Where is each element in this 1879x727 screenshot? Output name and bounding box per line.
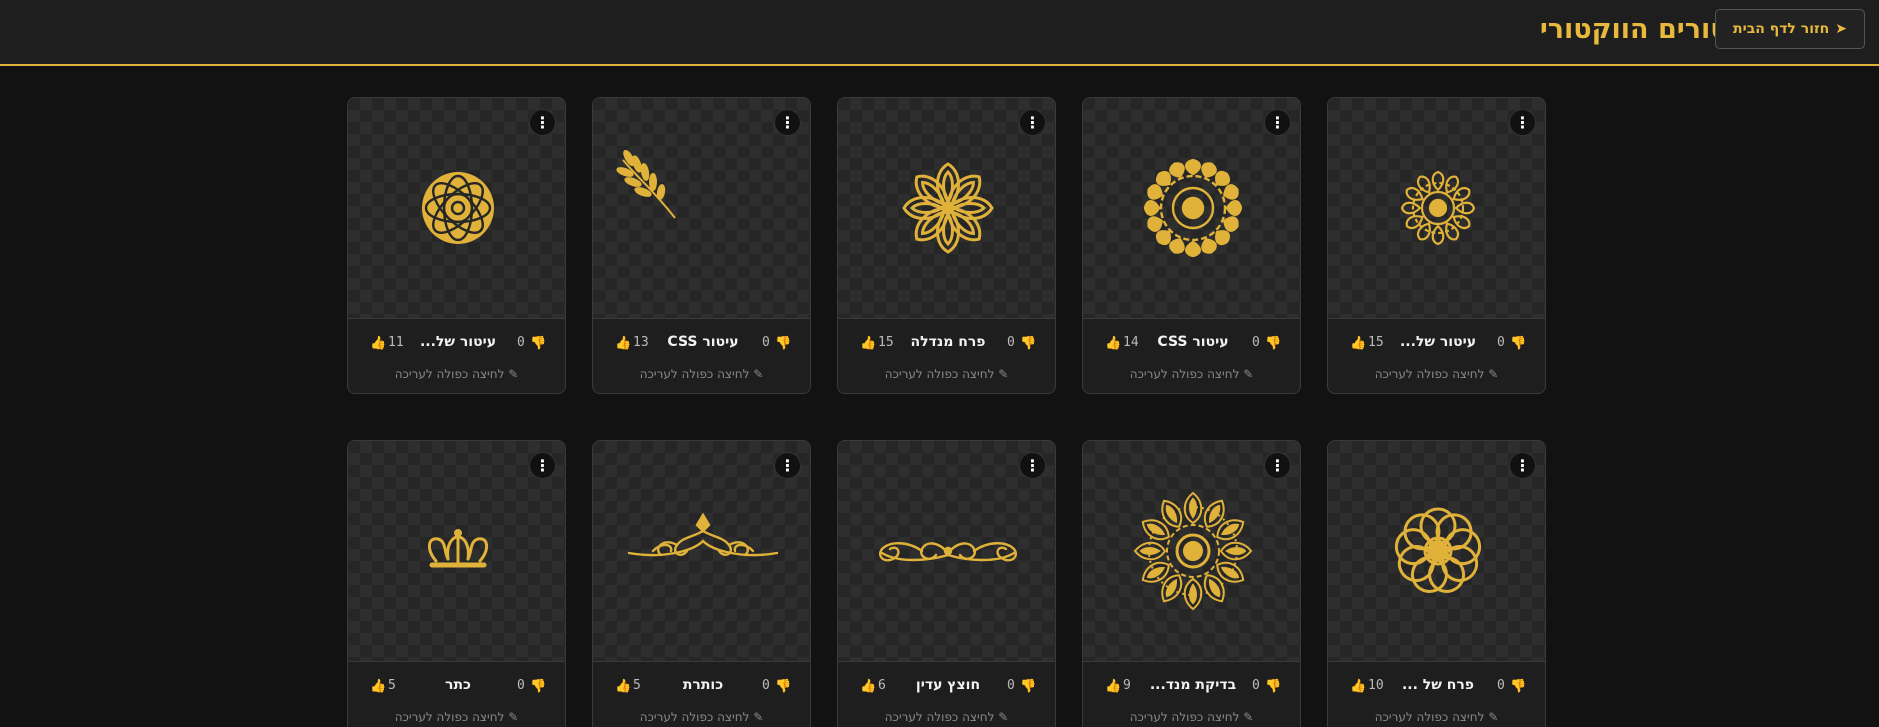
card-info-row: 👍 11 עיטור של... 0 👎 <box>348 334 565 356</box>
edit-hint: ✎ לחיצה כפולה לעריכה <box>1129 710 1254 724</box>
dislike-icon[interactable]: 👎 <box>1510 679 1526 694</box>
edit-hint: ✎ לחיצה כפולה לעריכה <box>1374 367 1499 381</box>
ornament-name: עיטור של... <box>1399 334 1477 350</box>
dislike-icon[interactable]: 👎 <box>1265 336 1281 351</box>
dislike-icon[interactable]: 👎 <box>775 679 791 694</box>
ornament-name: חוצץ עדין <box>915 677 981 693</box>
edit-hint: ✎ לחיצה כפולה לעריכה <box>394 710 519 724</box>
like-count: 10 <box>1368 678 1384 693</box>
card-info-row: 👍 14 עיטור CSS 0 👎 <box>1083 334 1300 356</box>
like-count: 5 <box>388 678 396 693</box>
like-icon[interactable]: 👍 <box>1350 336 1366 351</box>
edit-hint: ✎ לחיצה כפולה לעריכה <box>1129 367 1254 381</box>
ornament-card[interactable]: ⋮ 👍 5 כתר 0 👎 ✎ לחיצה כפולה לעריכה <box>347 440 566 727</box>
like-icon[interactable]: 👍 <box>1105 679 1121 694</box>
like-icon[interactable]: 👍 <box>615 336 631 351</box>
card-info-row: 👍 6 חוצץ עדין 0 👎 <box>838 677 1055 699</box>
ornament-card[interactable]: ⋮ 👍 15 עיטור של... 0 👎 ✎ לחיצה כפולה לער… <box>1327 97 1546 394</box>
like-count: 5 <box>633 678 641 693</box>
card-menu-button[interactable]: ⋮ <box>529 452 556 479</box>
edit-hint: ✎ לחיצה כפולה לעריכה <box>394 367 519 381</box>
like-count: 15 <box>1368 335 1384 350</box>
ornament-name: פרח מנדלה <box>910 334 986 350</box>
card-menu-button[interactable]: ⋮ <box>774 109 801 136</box>
dislike-icon[interactable]: 👎 <box>1510 336 1526 351</box>
ornament-card[interactable]: ⋮ 👍 14 עיטור CSS 0 👎 ✎ לחיצה כפולה לעריכ… <box>1082 97 1301 394</box>
card-menu-button[interactable]: ⋮ <box>1509 109 1536 136</box>
card-info-row: 👍 5 כתר 0 👎 <box>348 677 565 699</box>
back-home-button[interactable]: ➤ חזור לדף הבית <box>1715 9 1865 49</box>
dislike-count: 0 <box>762 335 770 350</box>
card-menu-button[interactable]: ⋮ <box>1019 109 1046 136</box>
dislike-icon[interactable]: 👎 <box>1020 336 1036 351</box>
card-info-row: 👍 5 כותרת 0 👎 <box>593 677 810 699</box>
dislike-icon[interactable]: 👎 <box>775 336 791 351</box>
card-menu-button[interactable]: ⋮ <box>774 452 801 479</box>
ornament-name: בדיקת מנד... <box>1149 677 1237 693</box>
ornament-card[interactable]: ⋮ 👍 9 בדיקת מנד... 0 👎 ✎ לחיצה כפולה לער… <box>1082 440 1301 727</box>
back-home-label: חזור לדף הבית <box>1733 21 1830 37</box>
dislike-count: 0 <box>517 678 525 693</box>
dislike-count: 0 <box>1007 678 1015 693</box>
like-count: 14 <box>1123 335 1139 350</box>
dislike-icon[interactable]: 👎 <box>530 679 546 694</box>
like-icon[interactable]: 👍 <box>1350 679 1366 694</box>
dislike-count: 0 <box>762 678 770 693</box>
dislike-icon[interactable]: 👎 <box>1020 679 1036 694</box>
card-menu-button[interactable]: ⋮ <box>1509 452 1536 479</box>
ornament-name: כתר <box>445 677 471 693</box>
card-menu-button[interactable]: ⋮ <box>1264 109 1291 136</box>
card-menu-button[interactable]: ⋮ <box>1019 452 1046 479</box>
card-menu-button[interactable]: ⋮ <box>529 109 556 136</box>
like-count: 11 <box>388 335 404 350</box>
like-count: 9 <box>1123 678 1131 693</box>
card-info-row: 👍 15 עיטור של... 0 👎 <box>1328 334 1545 356</box>
ornament-name: עיטור של... <box>419 334 497 350</box>
like-count: 13 <box>633 335 649 350</box>
dislike-count: 0 <box>1252 335 1260 350</box>
edit-hint: ✎ לחיצה כפולה לעריכה <box>1374 710 1499 724</box>
card-menu-button[interactable]: ⋮ <box>1264 452 1291 479</box>
card-info-row: 👍 15 פרח מנדלה 0 👎 <box>838 334 1055 356</box>
card-info-row: 👍 9 בדיקת מנד... 0 👎 <box>1083 677 1300 699</box>
dislike-icon[interactable]: 👎 <box>530 336 546 351</box>
edit-hint: ✎ לחיצה כפולה לעריכה <box>884 710 1009 724</box>
ornament-card[interactable]: ⋮ 👍 5 כותרת 0 👎 ✎ לחיצה כפולה לעריכה <box>592 440 811 727</box>
edit-hint: ✎ לחיצה כפולה לעריכה <box>639 710 764 724</box>
ornament-name: פרח של ... <box>1401 677 1475 693</box>
dislike-count: 0 <box>517 335 525 350</box>
ornament-card[interactable]: ⋮ 👍 10 פרח של ... 0 👎 ✎ לחיצה כפולה לערי… <box>1327 440 1546 727</box>
like-count: 15 <box>878 335 894 350</box>
card-info-row: 👍 13 עיטור CSS 0 👎 <box>593 334 810 356</box>
ornament-card[interactable]: ⋮ 👍 11 עיטור של... 0 👎 ✎ לחיצה כפולה לער… <box>347 97 566 394</box>
ornament-name: כותרת <box>682 677 724 693</box>
like-icon[interactable]: 👍 <box>615 679 631 694</box>
ornament-name: עיטור CSS <box>1157 334 1229 350</box>
dislike-count: 0 <box>1497 335 1505 350</box>
card-info-row: 👍 10 פרח של ... 0 👎 <box>1328 677 1545 699</box>
like-icon[interactable]: 👍 <box>370 336 386 351</box>
edit-hint: ✎ לחיצה כפולה לעריכה <box>639 367 764 381</box>
edit-hint: ✎ לחיצה כפולה לעריכה <box>884 367 1009 381</box>
dislike-count: 0 <box>1007 335 1015 350</box>
like-icon[interactable]: 👍 <box>860 336 876 351</box>
ornament-card[interactable]: ⋮ 👍 6 חוצץ עדין 0 👎 ✎ לחיצה כפולה לעריכה <box>837 440 1056 727</box>
top-bar: מאגר העיטורים הווקטורי ➤ חזור לדף הבית <box>0 0 1879 66</box>
dislike-icon[interactable]: 👎 <box>1265 679 1281 694</box>
arrow-icon: ➤ <box>1835 21 1847 37</box>
like-icon[interactable]: 👍 <box>370 679 386 694</box>
ornament-card[interactable]: ⋮ 👍 15 פרח מנדלה 0 👎 ✎ לחיצה כפולה לעריכ… <box>837 97 1056 394</box>
like-count: 6 <box>878 678 886 693</box>
ornament-name: עיטור CSS <box>667 334 739 350</box>
dislike-count: 0 <box>1252 678 1260 693</box>
like-icon[interactable]: 👍 <box>860 679 876 694</box>
ornament-grid: ⋮ 👍 15 עיטור של... 0 👎 ✎ לחיצה כפולה לער… <box>347 97 1546 727</box>
like-icon[interactable]: 👍 <box>1105 336 1121 351</box>
ornament-card[interactable]: ⋮ 👍 13 עיטור CSS 0 👎 ✎ לחיצה כפולה לעריכ… <box>592 97 811 394</box>
dislike-count: 0 <box>1497 678 1505 693</box>
